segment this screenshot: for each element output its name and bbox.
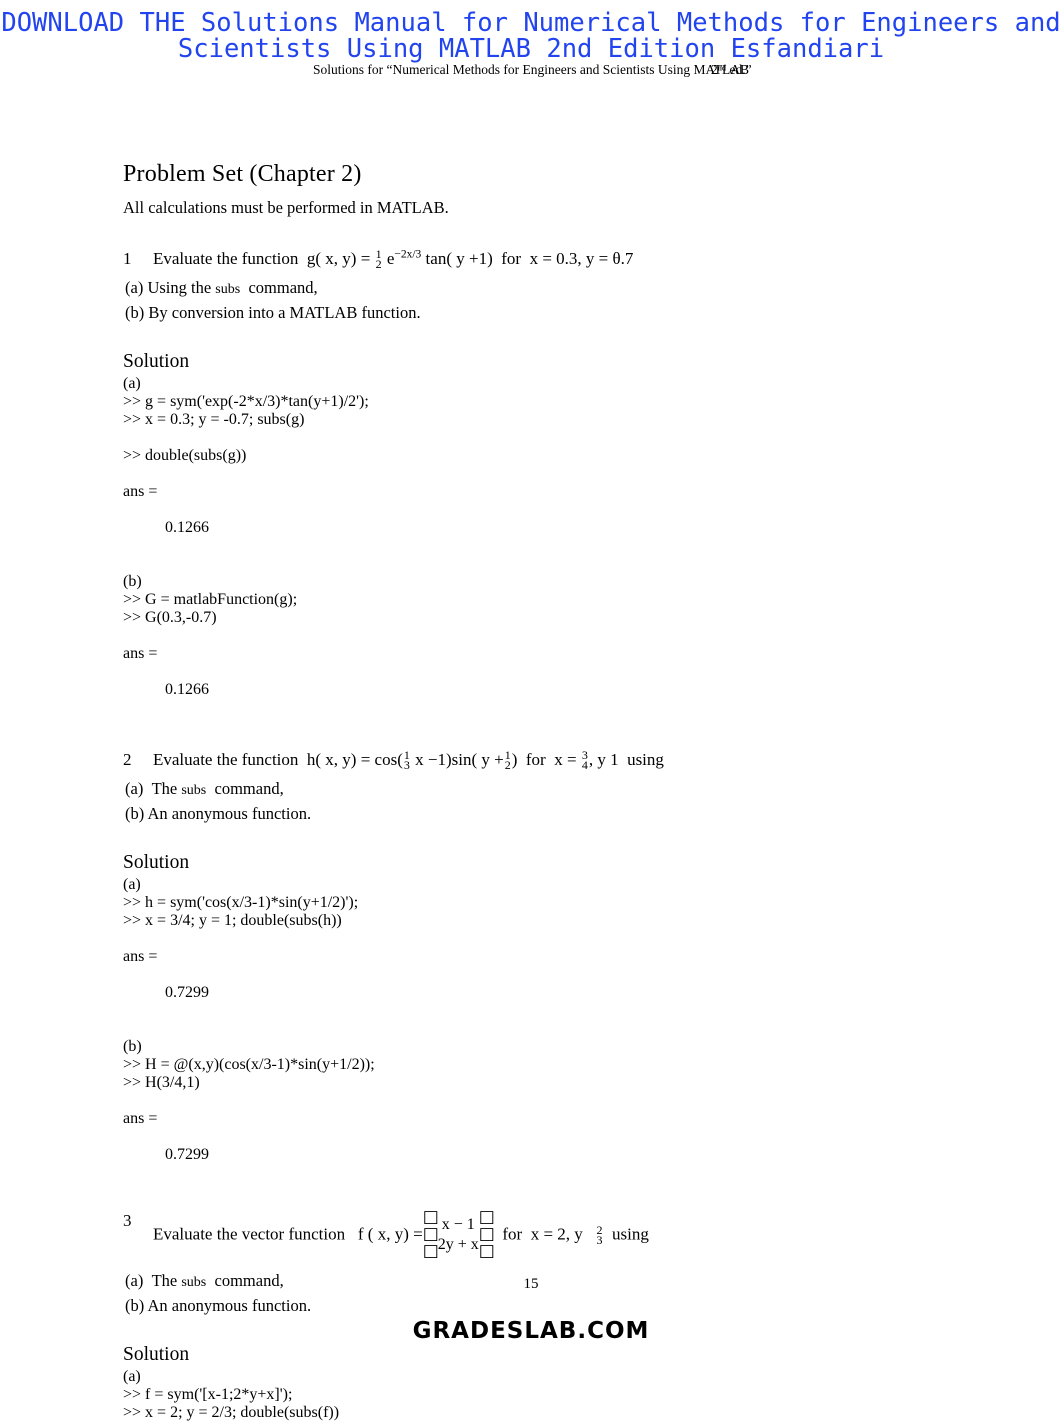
problem-1-solution-b: (b) >> G = matlabFunction(g); >> G(0.3,-…: [123, 573, 953, 699]
problem-1-solution-a: (a) >> g = sym('exp(-2*x/3)*tan(y+1)/2')…: [123, 375, 953, 573]
matrix-left-bracket: □ □ □: [422, 1207, 439, 1262]
running-head: Solutions for “Numerical Methods for Eng…: [0, 62, 1062, 78]
problem-2-coefficient-1: 1 3: [403, 748, 410, 773]
problem-2-coefficient-2: 1 2: [504, 748, 511, 773]
matrix-row-1: x − 1: [441, 1215, 475, 1233]
problem-1-subitem-a: (a) Using the subs command,: [125, 278, 318, 298]
problem-3-statement: 3 Evaluate the vector function f ( x, y)…: [123, 1207, 953, 1262]
problem-2b-answer: 0.7299: [165, 1146, 209, 1164]
problem-3-solution-a: (a) >> f = sym('[x-1;2*y+x]'); >> x = 2;…: [123, 1368, 340, 1422]
problem-3-solution-title: Solution: [123, 1344, 190, 1366]
problem-2-subitems: (a) The subs command, (b) An anonymous f…: [125, 777, 953, 825]
problem-1-fn-name: g( x, y) =: [306, 249, 371, 268]
problem-3-cond-x: x = 2, y: [530, 1224, 583, 1244]
problem-1-tail: tan( y +1): [425, 249, 493, 268]
problem-1: 1 Evaluate the function g( x, y) = 1 2 e…: [123, 248, 953, 699]
problem-3-cond-y-fraction: 2 3: [596, 1222, 603, 1247]
problem-2-condition-tail: using: [627, 750, 664, 770]
problem-2-subitem-b: (b) An anonymous function.: [125, 804, 312, 824]
problem-3-fn-name: f ( x, y) =: [357, 1224, 423, 1244]
problem-1-subitem-b: (b) By conversion into a MATLAB function…: [125, 303, 421, 323]
subs-keyword: subs: [181, 783, 207, 799]
problem-3-prefix: Evaluate the vector function: [153, 1224, 346, 1244]
problem-3: 3 Evaluate the vector function f ( x, y)…: [123, 1207, 953, 1422]
subs-keyword: subs: [215, 282, 241, 298]
problem-2-close: ): [511, 750, 518, 770]
problem-1-exponent: −2x/3: [394, 248, 422, 261]
problem-3-condition-tail: using: [612, 1224, 649, 1244]
matrix-entries: x − 1 2y + x: [438, 1215, 479, 1255]
promo-banner: DOWNLOAD THE Solutions Manual for Numeri…: [1, 8, 1061, 64]
problem-3-condition-pre: for: [502, 1224, 523, 1244]
problem-2-statement: 2 Evaluate the function h( x, y) = cos( …: [123, 749, 953, 771]
problem-1a-answer: 0.1266: [165, 519, 209, 537]
page-body: Problem Set (Chapter 2) All calculations…: [123, 160, 953, 1426]
problem-2-cond-x: x =: [554, 750, 577, 770]
running-head-main: Solutions for “Numerical Methods for Eng…: [312, 62, 750, 77]
running-head-overlap: 2ⁿᵈ ed.”: [710, 62, 752, 77]
problem-2-mid: x −1)sin( y +: [415, 750, 504, 770]
page-lead: All calculations must be performed in MA…: [123, 198, 449, 217]
problem-2-solution-a: (a) >> h = sym('cos(x/3-1)*sin(y+1/2)');…: [123, 876, 953, 1038]
problem-1-prefix: Evaluate the function: [153, 249, 299, 268]
problem-2-condition-pre: for: [525, 750, 546, 770]
problem-2-fn-name: h( x, y) = cos(: [306, 750, 403, 770]
problem-3-subitem-b: (b) An anonymous function.: [125, 1296, 312, 1316]
problem-3-matrix: □ □ □ x − 1 2y + x □ □ □: [422, 1207, 495, 1262]
problem-2: 2 Evaluate the function h( x, y) = cos( …: [123, 749, 953, 1164]
problem-2-cond-y: , y 1: [588, 750, 619, 770]
problem-1-coefficient: 1 2: [375, 247, 382, 272]
matrix-row-2: 2y + x: [437, 1235, 479, 1253]
page-title: Problem Set (Chapter 2): [123, 161, 362, 187]
problem-1-condition-pre: for: [501, 249, 522, 268]
problem-2-prefix: Evaluate the function: [153, 750, 299, 770]
problem-1b-answer: 0.1266: [165, 681, 209, 699]
problem-2-solution-b: (b) >> H = @(x,y)(cos(x/3-1)*sin(y+1/2))…: [123, 1038, 953, 1164]
problem-2-number: 2: [123, 750, 132, 770]
problem-3-number: 3: [123, 1211, 132, 1231]
problem-1-solution-title: Solution: [123, 351, 190, 373]
problem-1-condition: x = 0.3, y = θ.7: [529, 249, 634, 268]
matrix-right-bracket: □ □ □: [478, 1207, 495, 1262]
problem-2a-answer: 0.7299: [165, 984, 209, 1002]
site-footer: GRADESLAB.COM: [412, 1318, 650, 1344]
problem-2-cond-x-fraction: 3 4: [581, 748, 588, 773]
problem-1-subitems: (a) Using the subs command, (b) By conve…: [125, 276, 953, 324]
problem-1-statement: 1 Evaluate the function g( x, y) = 1 2 e…: [123, 248, 953, 270]
problem-1-number: 1: [123, 249, 132, 268]
page-number: 15: [523, 1276, 539, 1292]
problem-2-solution-title: Solution: [123, 852, 190, 874]
problem-2-subitem-a: (a) The subs command,: [125, 779, 284, 799]
